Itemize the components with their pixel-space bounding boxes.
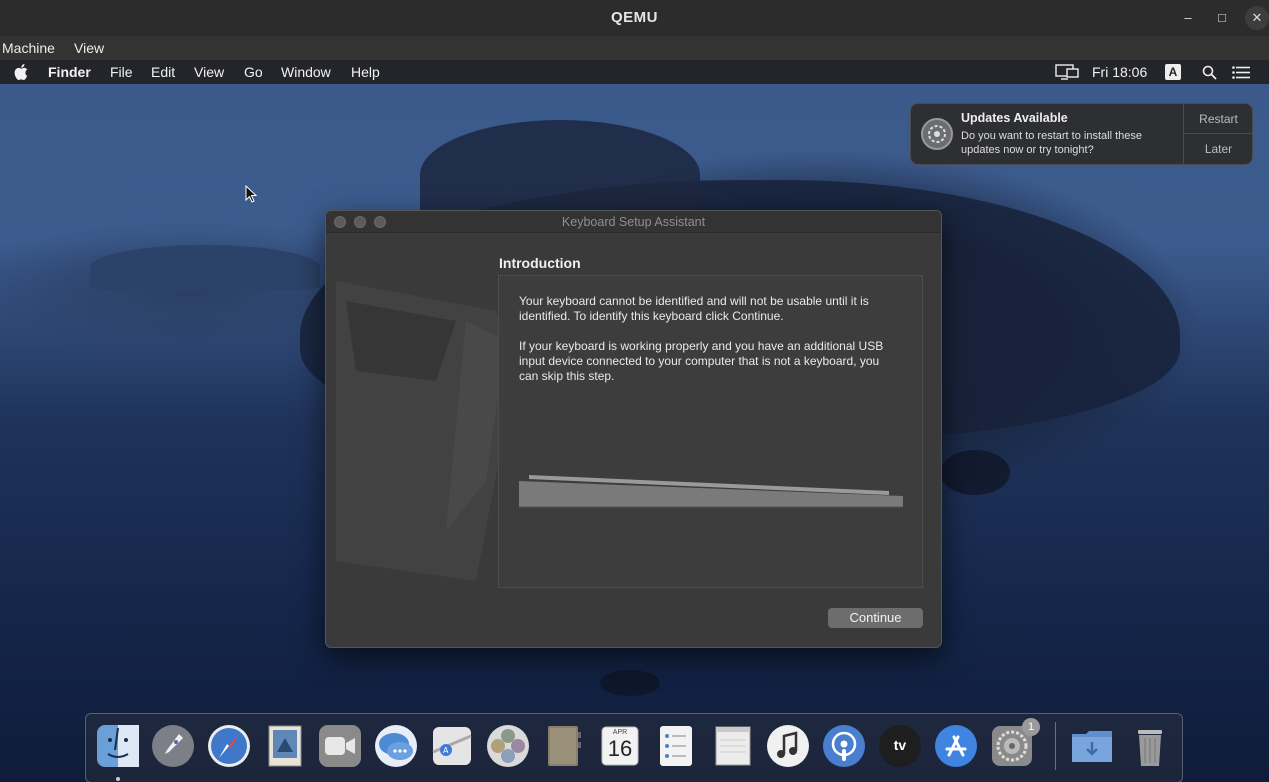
mac-menubar: Finder File Edit View Go Window Help Fri… bbox=[0, 60, 1269, 84]
restart-button[interactable]: Restart bbox=[1184, 104, 1253, 134]
skip-paragraph: If your keyboard is working properly and… bbox=[519, 339, 884, 383]
system-preferences-icon bbox=[921, 118, 953, 150]
dialog-title: Keyboard Setup Assistant bbox=[561, 215, 706, 229]
menu-view[interactable]: View bbox=[194, 64, 224, 80]
host-menu-view[interactable]: View bbox=[74, 40, 104, 56]
dialog-content-panel: Your keyboard cannot be identified and w… bbox=[498, 275, 923, 588]
desktop: Finder File Edit View Go Window Help Fri… bbox=[0, 60, 1269, 782]
system-preferences-icon[interactable]: 1 bbox=[988, 718, 1040, 770]
notification-body: Do you want to restart to install these … bbox=[961, 130, 1142, 156]
continue-button[interactable]: Continue bbox=[828, 608, 923, 628]
running-indicator bbox=[116, 777, 120, 781]
mail-icon[interactable] bbox=[261, 722, 309, 770]
calendar-day: 16 bbox=[607, 736, 633, 761]
mouse-cursor-icon bbox=[245, 185, 257, 203]
menu-go[interactable]: Go bbox=[244, 64, 263, 80]
host-window-title: QEMU bbox=[611, 9, 658, 26]
wallpaper-rock bbox=[940, 450, 1010, 495]
trash-icon[interactable] bbox=[1126, 722, 1174, 770]
update-notification[interactable]: Updates Available Do you want to restart… bbox=[910, 103, 1253, 165]
later-button[interactable]: Later bbox=[1184, 134, 1253, 164]
host-titlebar: QEMU – □ ✕ bbox=[0, 0, 1269, 36]
notification-actions: Restart Later bbox=[1183, 104, 1253, 164]
music-icon[interactable] bbox=[764, 722, 812, 770]
reminders-icon[interactable] bbox=[652, 722, 700, 770]
facetime-icon[interactable] bbox=[316, 722, 364, 770]
spotlight-search-icon[interactable] bbox=[1202, 65, 1217, 80]
menu-finder[interactable]: Finder bbox=[48, 64, 91, 80]
host-minimize-button[interactable]: – bbox=[1176, 6, 1200, 30]
tv-label: tv bbox=[893, 737, 907, 753]
keyboard-setup-dialog: Keyboard Setup Assistant Introduction Yo… bbox=[325, 210, 942, 648]
wallpaper-rock bbox=[600, 670, 660, 696]
maps-icon[interactable]: A bbox=[428, 722, 476, 770]
safari-icon[interactable] bbox=[205, 722, 253, 770]
menu-window[interactable]: Window bbox=[281, 64, 331, 80]
intro-paragraph: Your keyboard cannot be identified and w… bbox=[519, 294, 869, 323]
svg-text:A: A bbox=[443, 746, 449, 755]
display-icon[interactable] bbox=[1055, 64, 1079, 80]
host-menubar: Machine View bbox=[0, 36, 1269, 60]
keyboard-illustration bbox=[519, 475, 903, 508]
update-badge: 1 bbox=[1022, 718, 1040, 736]
notes-icon[interactable] bbox=[708, 722, 756, 770]
host-close-button[interactable]: ✕ bbox=[1245, 6, 1269, 30]
calendar-icon[interactable]: APR 16 bbox=[596, 722, 644, 770]
wallpaper-hills bbox=[90, 245, 320, 290]
dialog-titlebar[interactable]: Keyboard Setup Assistant bbox=[326, 211, 941, 233]
notification-title: Updates Available bbox=[961, 111, 1068, 125]
apple-icon[interactable] bbox=[14, 63, 30, 81]
messages-icon[interactable] bbox=[372, 722, 420, 770]
dock-separator bbox=[1055, 722, 1056, 770]
app-store-icon[interactable] bbox=[932, 722, 980, 770]
host-maximize-button[interactable]: □ bbox=[1210, 6, 1234, 30]
dialog-heading: Introduction bbox=[499, 255, 581, 271]
menu-file[interactable]: File bbox=[110, 64, 133, 80]
photos-icon[interactable] bbox=[484, 722, 532, 770]
notification-center-icon[interactable] bbox=[1232, 66, 1250, 79]
finder-icon[interactable] bbox=[94, 722, 142, 770]
downloads-folder-icon[interactable] bbox=[1068, 722, 1116, 770]
podcasts-icon[interactable] bbox=[820, 722, 868, 770]
menu-help[interactable]: Help bbox=[351, 64, 380, 80]
host-menu-machine[interactable]: Machine bbox=[2, 40, 55, 56]
menu-edit[interactable]: Edit bbox=[151, 64, 175, 80]
contacts-icon[interactable] bbox=[540, 722, 588, 770]
launchpad-icon[interactable] bbox=[149, 722, 197, 770]
tv-icon[interactable]: tv bbox=[876, 722, 924, 770]
calendar-month: APR bbox=[612, 729, 628, 736]
menubar-clock[interactable]: Fri 18:06 bbox=[1092, 64, 1147, 80]
dock: A APR 16 tv 1 bbox=[85, 713, 1183, 782]
input-source-icon[interactable]: A bbox=[1165, 64, 1181, 80]
